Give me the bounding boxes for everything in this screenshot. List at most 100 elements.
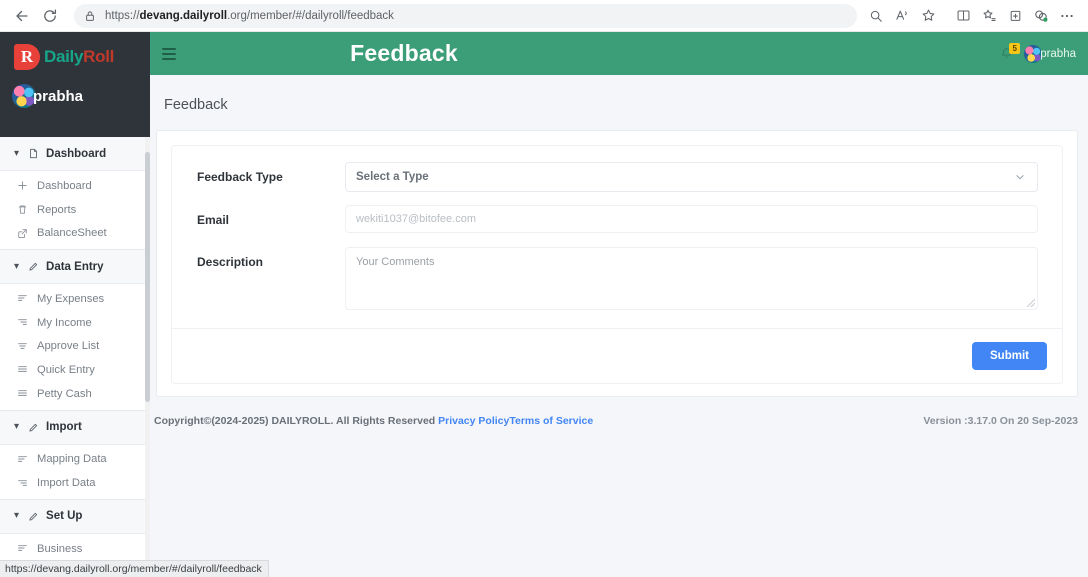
sidebar-item-quick-entry[interactable]: Quick Entry [0,358,150,382]
file-icon [28,148,39,159]
pencil-icon [28,511,39,522]
sidebar-group-dashboard: ▾ Dashboard Dashboard Reports BalanceShe… [0,137,150,577]
content-heading: Feedback [164,97,228,113]
settings-more-icon[interactable] [1054,3,1080,29]
chevron-down-icon [1014,171,1026,183]
collections-icon[interactable] [1002,3,1028,29]
feedback-form: Feedback Type Select a Type Email wekiti… [171,145,1063,384]
notifications-button[interactable]: 5 [1000,43,1021,60]
logo-mark-icon: R [14,44,40,70]
submit-button[interactable]: Submit [972,342,1047,370]
list-icon [17,293,28,304]
sidebar-item-reports[interactable]: Reports [0,198,150,222]
description-placeholder: Your Comments [356,256,435,268]
sidebar-item-label: Petty Cash [37,387,92,400]
sidebar-item-dashboard[interactable]: Dashboard [0,174,150,198]
sidebar-item-import-data[interactable]: Import Data [0,471,150,495]
sidebar-item-petty-cash[interactable]: Petty Cash [0,382,150,406]
resize-handle[interactable] [1027,299,1035,307]
feedback-type-select[interactable]: Select a Type [345,162,1038,192]
sidebar-item-label: Import Data [37,477,96,490]
sidebar-item-approve-list[interactable]: Approve List [0,334,150,358]
sidebar-item-label: Reports [37,203,77,216]
status-bar-url: https://devang.dailyroll.org/member/#/da… [0,560,269,577]
read-aloud-icon[interactable] [889,3,915,29]
feedback-card: Feedback Type Select a Type Email wekiti… [156,130,1078,397]
sidebar-group-header-set-up[interactable]: ▾ Set Up [0,499,150,534]
email-placeholder: wekiti1037@bitofee.com [356,213,477,225]
split-screen-icon[interactable] [950,3,976,29]
page-title: Feedback [350,40,458,66]
topbar: Feedback 5 prabha [150,32,1088,75]
sidebar-item-label: Business [37,542,83,555]
form-row-feedback-type: Feedback Type Select a Type [172,162,1062,192]
list-icon [17,454,28,465]
chevron-down-icon: ▾ [14,147,20,159]
sidebar-item-business[interactable]: Business [0,537,150,561]
sidebar-group-title: Data Entry [46,260,104,273]
chevron-down-icon: ▾ [14,421,20,432]
reload-icon[interactable] [36,2,64,30]
list-icon [17,364,28,375]
topbar-actions: 5 prabha [1000,43,1088,63]
sidebar-item-my-expenses[interactable]: My Expenses [0,287,150,311]
back-icon[interactable] [8,2,36,30]
description-label: Description [197,255,264,269]
sidebar-item-label: Dashboard [37,179,92,192]
sidebar-group-set-up: ▾ Set Up Business [0,499,150,566]
search-icon[interactable] [863,3,889,29]
chevron-down-icon: ▾ [14,260,20,272]
sidebar-group-title: Dashboard [46,147,107,160]
user-name: prabha [1040,47,1076,60]
list-right-icon [17,317,28,328]
version-text: Version :3.17.0 On 20 Sep-2023 [923,415,1078,427]
sidebar-group-header-import[interactable]: ▾ Import [0,410,150,445]
logo-text-roll: Roll [83,47,115,66]
sidebar-group-header-data-entry[interactable]: ▾ Data Entry [0,250,150,285]
hamburger-menu-icon[interactable] [162,47,182,60]
favorite-star-icon[interactable] [915,3,941,29]
feedback-type-value: Select a Type [356,171,429,183]
list-center-icon [17,341,28,352]
terms-of-service-link[interactable]: Terms of Service [509,415,593,427]
sidebar-brand-area: R DailyRoll prabha [0,32,150,137]
sidebar-group-header-dashboard[interactable]: ▾ Dashboard [0,137,150,171]
sidebar-group-items-import: Mapping Data Import Data [0,445,150,499]
pencil-icon [28,261,39,272]
sidebar-group-title: Import [46,421,82,433]
copyright-block: Copyright©(2024-2025) DAILYROLL. All Rig… [154,415,593,427]
sidebar-item-mapping-data[interactable]: Mapping Data [0,448,150,472]
sidebar-profile[interactable]: prabha [0,70,150,108]
sidebar-item-balancesheet[interactable]: BalanceSheet [0,221,150,245]
address-bar[interactable]: https://devang.dailyroll.org/member/#/da… [74,3,857,28]
browser-essentials-icon[interactable] [1028,3,1054,29]
browser-actions [863,3,1080,29]
list-icon [17,543,28,554]
form-row-email: Email wekiti1037@bitofee.com [172,205,1062,233]
sidebar: R DailyRoll prabha ▾ Dashboard Dashboard… [0,32,150,577]
privacy-policy-link[interactable]: Privacy Policy [438,415,509,427]
external-link-icon [17,228,28,239]
pencil-icon [28,422,39,433]
application-window: R DailyRoll prabha ▾ Dashboard Dashboard… [0,32,1088,577]
chevron-down-icon: ▾ [14,510,20,522]
email-field[interactable]: wekiti1037@bitofee.com [345,205,1038,233]
sidebar-group-items-dashboard: Dashboard Reports BalanceSheet [0,171,150,249]
logo-text-daily: Daily [44,47,84,66]
list-icon [17,388,28,399]
main-content: Feedback Feedback Type Select a Type Ema… [150,75,1088,577]
sidebar-item-label: Quick Entry [37,363,95,376]
form-footer: Submit [172,328,1062,383]
trash-icon [17,204,28,215]
sidebar-menu: ▾ Dashboard Dashboard Reports BalanceShe… [0,137,150,577]
sidebar-item-my-income[interactable]: My Income [0,311,150,335]
copyright-text: Copyright©(2024-2025) DAILYROLL. All Rig… [154,415,439,427]
sidebar-item-label: Mapping Data [37,453,107,466]
user-menu[interactable]: prabha [1024,44,1076,63]
app-logo[interactable]: R DailyRoll [0,32,150,70]
sidebar-profile-name: prabha [33,87,84,105]
lock-icon [84,10,96,22]
description-textarea[interactable]: Your Comments [345,247,1038,310]
favorites-list-icon[interactable] [976,3,1002,29]
sidebar-item-label: My Expenses [37,292,105,305]
